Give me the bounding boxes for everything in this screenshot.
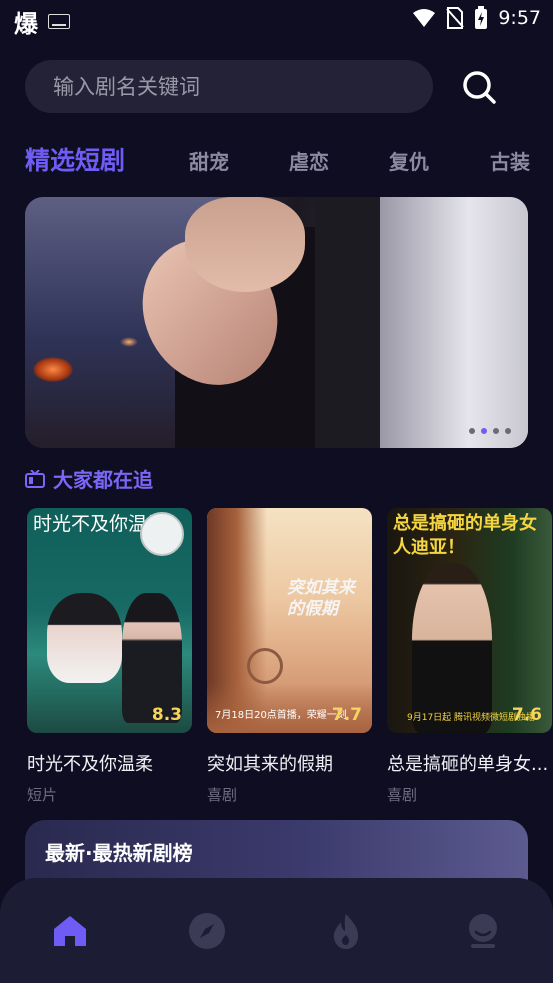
poster-title: 总是搞砸的单身女人迪亚！ [393,513,537,558]
drama-genre: 短片 [27,786,58,804]
compass-icon[interactable] [187,911,227,951]
search-bar[interactable] [25,60,433,113]
home-icon[interactable] [50,911,90,951]
category-tabs: 精选短剧 甜宠 虐恋 复仇 古装 [25,138,553,178]
rating-score: 7.6 [511,705,542,725]
drama-title[interactable]: 突如其来的假期 [207,750,370,776]
tab-costume[interactable]: 古装 [490,146,530,175]
drama-title[interactable]: 时光不及你温柔 [27,750,190,776]
rating-score: 8.3 [151,705,182,725]
search-icon[interactable] [459,67,499,107]
tab-angst[interactable]: 虐恋 [289,146,329,175]
carousel-dot [505,428,511,434]
profile-icon[interactable] [463,911,503,951]
status-bar: 爆 9:57 [0,0,553,40]
tab-sweet[interactable]: 甜宠 [189,146,229,175]
app-notification-icon: 爆 [14,10,38,38]
no-sim-icon [446,7,465,29]
search-input[interactable] [51,73,415,100]
clock-time: 9:57 [498,7,541,29]
bottom-nav [0,878,553,983]
clock-icon [140,512,184,556]
tab-featured[interactable]: 精选短剧 [25,141,125,177]
poster-title: 突如其来的假期 [287,578,355,619]
drama-genre: 喜剧 [207,786,238,804]
section-title: 大家都在追 [53,468,153,492]
drama-card[interactable]: 突如其来的假期 7月18日20点首播，荣耀一刻 7.7 突如其来的假期 喜剧 [207,508,372,805]
drama-title[interactable]: 总是搞砸的单身女... [387,750,550,776]
drama-card[interactable]: 时光不及你温柔 8.3 时光不及你温柔 短片 [27,508,192,805]
drama-poster[interactable]: 突如其来的假期 7月18日20点首播，荣耀一刻 7.7 [207,508,372,733]
drama-poster[interactable]: 总是搞砸的单身女人迪亚！ 9月17日起 腾讯视频微短剧独播 7.6 [387,508,552,733]
carousel-indicator [469,428,511,434]
rating-score: 7.7 [331,705,362,725]
tab-revenge[interactable]: 复仇 [389,146,429,175]
wifi-icon [413,9,436,27]
keyboard-icon [48,14,70,29]
carousel-dot [493,428,499,434]
fire-icon[interactable] [326,911,366,951]
battery-icon [475,6,488,29]
carousel-dot [469,428,475,434]
drama-poster[interactable]: 时光不及你温柔 8.3 [27,508,192,733]
drama-genre: 喜剧 [387,786,418,804]
ranking-title: 最新·最热新剧榜 [45,841,193,865]
tv-icon [25,469,45,488]
carousel-dot-active [481,428,487,434]
drama-card[interactable]: 总是搞砸的单身女人迪亚！ 9月17日起 腾讯视频微短剧独播 7.6 总是搞砸的单… [387,508,552,805]
section-header: 大家都在追 [25,464,153,493]
banner-carousel[interactable] [25,197,528,448]
